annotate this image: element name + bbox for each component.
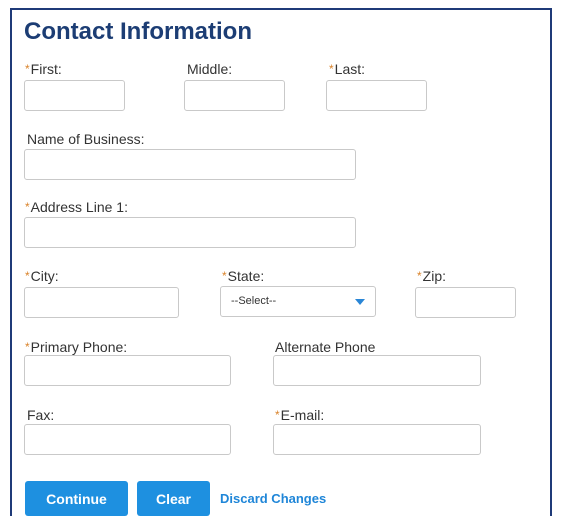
- primary-phone-label: *Primary Phone:: [25, 339, 128, 355]
- business-name-label: Name of Business:: [27, 131, 145, 147]
- state-label: *State:: [222, 268, 265, 284]
- business-name-field[interactable]: [24, 149, 356, 180]
- first-name-field[interactable]: [24, 80, 125, 111]
- middle-name-label: Middle:: [187, 61, 233, 77]
- discard-changes-link[interactable]: Discard Changes: [220, 491, 326, 506]
- clear-button[interactable]: Clear: [137, 481, 210, 516]
- email-label: *E-mail:: [275, 407, 325, 423]
- fax-field[interactable]: [24, 424, 231, 455]
- alternate-phone-field[interactable]: [273, 355, 481, 386]
- state-select[interactable]: --Select--: [220, 286, 376, 317]
- required-marker: *: [417, 269, 422, 283]
- required-marker: *: [25, 269, 30, 283]
- address-line1-field[interactable]: [24, 217, 356, 248]
- last-name-field[interactable]: [326, 80, 427, 111]
- zip-label: *Zip:: [417, 268, 447, 284]
- alternate-phone-label: Alternate Phone: [275, 339, 376, 355]
- email-field[interactable]: [273, 424, 481, 455]
- required-marker: *: [25, 200, 30, 214]
- chevron-down-icon: [355, 299, 365, 305]
- continue-button[interactable]: Continue: [25, 481, 128, 516]
- section-title: Contact Information: [24, 18, 252, 45]
- required-marker: *: [25, 62, 30, 76]
- zip-field[interactable]: [415, 287, 516, 318]
- state-select-value: --Select--: [231, 295, 277, 307]
- primary-phone-field[interactable]: [24, 355, 231, 386]
- required-marker: *: [25, 340, 30, 354]
- city-label: *City:: [25, 268, 59, 284]
- city-field[interactable]: [24, 287, 179, 318]
- middle-name-field[interactable]: [184, 80, 285, 111]
- required-marker: *: [275, 408, 280, 422]
- first-name-label: *First:: [25, 61, 62, 77]
- last-name-label: *Last:: [329, 61, 366, 77]
- required-marker: *: [329, 62, 334, 76]
- fax-label: Fax:: [27, 407, 55, 423]
- required-marker: *: [222, 269, 227, 283]
- address-line1-label: *Address Line 1:: [25, 199, 128, 215]
